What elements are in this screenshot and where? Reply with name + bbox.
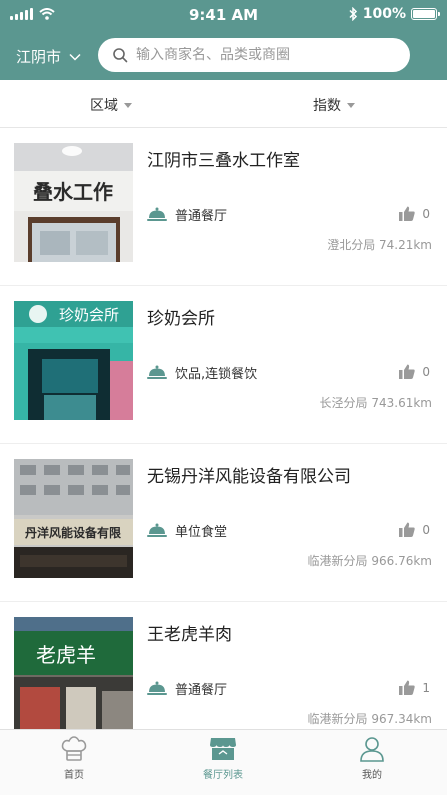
status-right-icons: 100%	[348, 6, 440, 22]
cloche-icon	[147, 365, 167, 379]
svg-text:珍奶会所: 珍奶会所	[59, 306, 119, 324]
bottom-tab-bar: 首页 餐厅列表 我的	[0, 729, 447, 795]
battery-percent: 100%	[362, 6, 406, 22]
storefront-photo: 珍奶会所	[14, 301, 133, 420]
region-filter[interactable]: 区域	[90, 95, 132, 115]
like-count[interactable]: 0	[399, 522, 430, 537]
storefront-photo: 叠水工作	[14, 143, 133, 262]
storefront-photo: 丹洋风能设备有限	[14, 459, 133, 578]
like-number: 0	[422, 206, 430, 221]
restaurant-category: 普通餐厅	[147, 679, 227, 698]
svg-text:丹洋风能设备有限: 丹洋风能设备有限	[25, 525, 121, 540]
chevron-down-icon	[69, 53, 81, 61]
restaurant-name: 无锡丹洋风能设备有限公司	[147, 467, 351, 487]
thumbs-up-icon	[399, 206, 416, 221]
search-box[interactable]	[98, 38, 410, 72]
index-filter-label: 指数	[313, 98, 341, 114]
location-distance: 长泾分局 743.61km	[319, 396, 432, 410]
bluetooth-icon	[349, 7, 357, 21]
like-number: 1	[422, 680, 430, 695]
restaurant-card[interactable]: 丹洋风能设备有限 无锡丹洋风能设备有限公司 单位食堂 0 临港新分局 966.7…	[0, 444, 447, 602]
restaurant-name: 珍奶会所	[147, 309, 215, 329]
category-label: 饮品,连锁餐饮	[175, 367, 258, 382]
battery-icon	[411, 8, 440, 20]
tab-restaurant-list[interactable]: 餐厅列表	[183, 736, 263, 781]
like-number: 0	[422, 522, 430, 537]
city-selector[interactable]: 江阴市	[16, 46, 81, 67]
like-count[interactable]: 1	[399, 680, 430, 695]
thumbs-up-icon	[399, 680, 416, 695]
storefront-icon	[210, 738, 236, 760]
chef-hat-icon	[61, 736, 87, 761]
restaurant-card[interactable]: 珍奶会所 珍奶会所 饮品,连锁餐饮 0 长泾分局 743.61km	[0, 286, 447, 444]
category-label: 普通餐厅	[175, 683, 228, 698]
header-bar: 9:41 AM 100% 江阴市	[0, 0, 447, 80]
restaurant-card[interactable]: 叠水工作 江阴市三叠水工作室 普通餐厅 0 澄北分局 74.21km	[0, 128, 447, 286]
like-count[interactable]: 0	[399, 206, 430, 221]
category-label: 普通餐厅	[175, 209, 228, 224]
tab-restaurant-list-label: 餐厅列表	[203, 770, 243, 781]
category-label: 单位食堂	[175, 525, 228, 540]
location-distance: 澄北分局 74.21km	[327, 238, 432, 252]
region-filter-label: 区域	[90, 98, 118, 114]
search-icon	[113, 48, 128, 63]
index-filter[interactable]: 指数	[313, 95, 355, 115]
cloche-icon	[147, 207, 167, 221]
user-icon	[360, 737, 384, 762]
restaurant-category: 普通餐厅	[147, 205, 227, 224]
thumbs-up-icon	[399, 364, 416, 379]
svg-text:老虎羊: 老虎羊	[36, 643, 96, 667]
caret-down-icon	[124, 102, 132, 108]
cloche-icon	[147, 523, 167, 537]
svg-text:叠水工作: 叠水工作	[33, 180, 113, 204]
restaurant-category: 单位食堂	[147, 521, 227, 540]
cloche-icon	[147, 681, 167, 695]
storefront-photo: 老虎羊	[14, 617, 133, 736]
restaurant-name: 王老虎羊肉	[147, 625, 232, 645]
tab-home-label: 首页	[64, 770, 84, 781]
like-count[interactable]: 0	[399, 364, 430, 379]
caret-down-icon	[347, 102, 355, 108]
tab-mine-label: 我的	[362, 770, 382, 781]
filter-bar: 区域 指数	[0, 80, 447, 128]
tab-mine[interactable]: 我的	[332, 736, 412, 781]
city-label: 江阴市	[16, 48, 62, 66]
location-distance: 临港新分局 966.76km	[307, 554, 432, 568]
status-bar: 9:41 AM 100%	[0, 0, 447, 28]
thumbs-up-icon	[399, 522, 416, 537]
tab-home[interactable]: 首页	[34, 736, 114, 781]
restaurant-name: 江阴市三叠水工作室	[147, 151, 300, 171]
search-input[interactable]	[136, 47, 386, 63]
like-number: 0	[422, 364, 430, 379]
restaurant-category: 饮品,连锁餐饮	[147, 363, 257, 382]
location-distance: 临港新分局 967.34km	[307, 712, 432, 726]
